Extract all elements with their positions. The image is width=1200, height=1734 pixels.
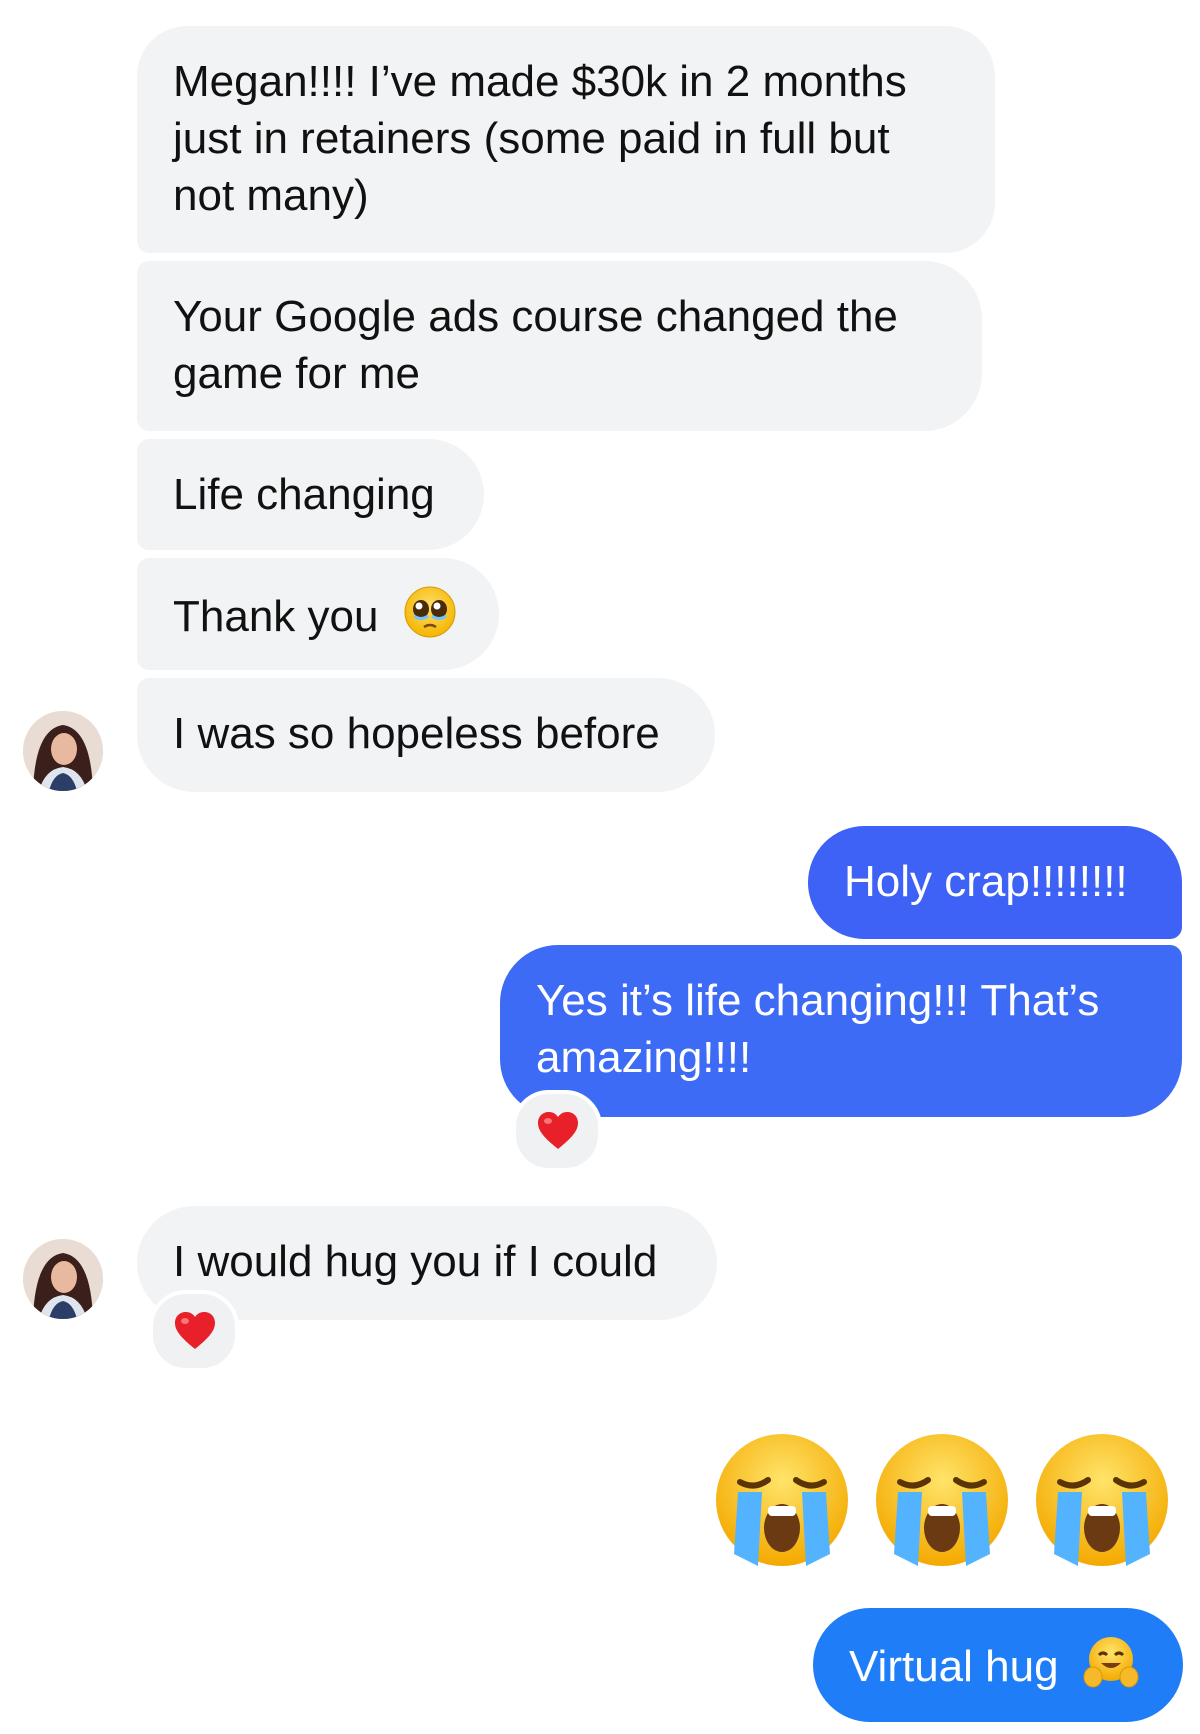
incoming-message[interactable]: Life changing	[137, 439, 484, 550]
message-text: Virtual hug	[849, 1642, 1059, 1691]
contact-avatar[interactable]	[23, 1239, 103, 1319]
heart-icon	[175, 1312, 215, 1349]
outgoing-message[interactable]: Yes it’s life changing!!! That’s amazing…	[500, 945, 1182, 1117]
incoming-message[interactable]: Megan!!!! I’ve made $30k in 2 months jus…	[137, 26, 995, 253]
outgoing-message[interactable]: Holy crap!!!!!!!!	[808, 826, 1182, 939]
message-text: Yes it’s life changing!!! That’s amazing…	[536, 976, 1100, 1082]
hugging-face-icon	[1083, 1635, 1139, 1705]
message-text: Life changing	[173, 470, 435, 519]
loudly-crying-face-icon	[1036, 1434, 1168, 1566]
loudly-crying-face-icon	[716, 1434, 848, 1566]
contact-avatar[interactable]	[23, 711, 103, 791]
heart-icon	[538, 1112, 578, 1149]
incoming-message[interactable]: Your Google ads course changed the game …	[137, 261, 982, 431]
message-text: Megan!!!! I’ve made $30k in 2 months jus…	[173, 57, 907, 220]
message-text: Your Google ads course changed the game …	[173, 292, 898, 398]
incoming-message[interactable]: I was so hopeless before	[137, 678, 715, 792]
message-text: Holy crap!!!!!!!!	[844, 857, 1128, 906]
outgoing-message[interactable]: Virtual hug	[813, 1608, 1183, 1722]
loudly-crying-face-icon	[876, 1434, 1008, 1566]
pleading-face-icon	[403, 585, 457, 653]
outgoing-emoji-message[interactable]	[712, 1430, 1172, 1570]
reaction-badge[interactable]	[512, 1090, 602, 1172]
reaction-badge[interactable]	[149, 1290, 239, 1372]
message-text: I would hug you if I could	[173, 1237, 658, 1286]
incoming-message[interactable]: Thank you	[137, 558, 499, 670]
message-text: I was so hopeless before	[173, 709, 660, 758]
message-text: Thank you	[173, 592, 379, 641]
